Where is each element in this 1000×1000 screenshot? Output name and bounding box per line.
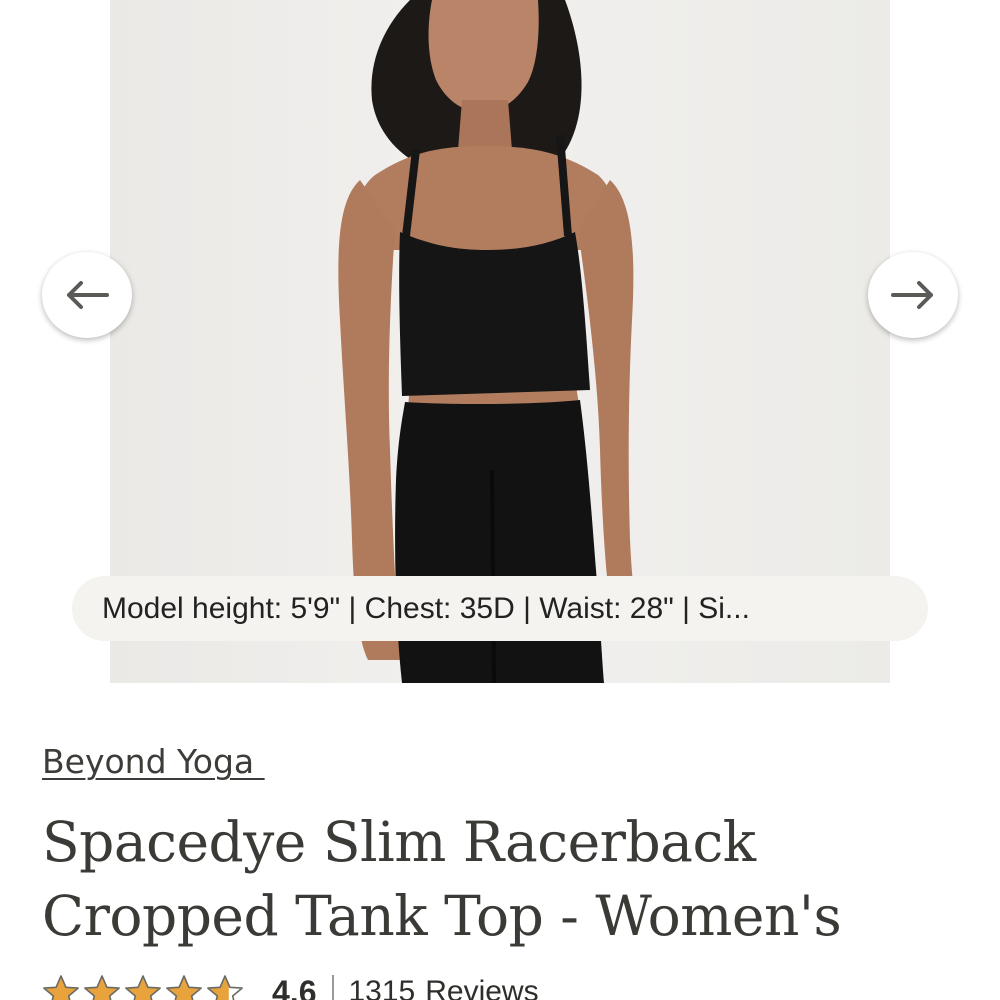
model-size-info[interactable]: Model height: 5'9" | Chest: 35D | Waist:… — [72, 576, 928, 641]
star-icon — [84, 975, 120, 1000]
rating-summary[interactable]: 4.6 1315 Reviews — [42, 972, 539, 1000]
arrow-left-icon — [67, 281, 109, 309]
product-title: Spacedye Slim Racerback Cropped Tank Top… — [42, 805, 962, 953]
next-image-button[interactable] — [868, 252, 958, 338]
star-icon — [125, 975, 161, 1000]
reviews-link[interactable]: Reviews — [425, 975, 538, 1000]
product-title-line-2: Cropped Tank Top - Women's — [42, 884, 842, 948]
rating-divider — [332, 975, 335, 1000]
arrow-right-icon — [891, 281, 933, 309]
product-title-line-1: Spacedye Slim Racerback — [42, 810, 756, 874]
rating-value: 4.6 — [272, 973, 317, 1000]
brand-link[interactable]: Beyond Yoga — [42, 742, 265, 781]
previous-image-button[interactable] — [42, 252, 132, 338]
product-image-gallery: Model height: 5'9" | Chest: 35D | Waist:… — [0, 0, 1000, 683]
star-icon — [43, 975, 79, 1000]
review-count: 1315 — [348, 975, 416, 1000]
star-rating — [42, 974, 244, 1000]
star-icon — [207, 975, 243, 1000]
star-icon — [166, 975, 202, 1000]
